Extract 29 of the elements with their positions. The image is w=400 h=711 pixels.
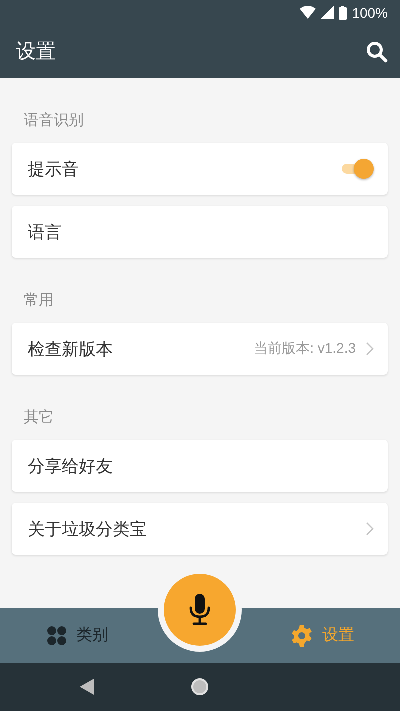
back-icon[interactable] <box>80 679 94 695</box>
settings-row[interactable]: 分享给好友 <box>12 440 388 492</box>
chevron-icon <box>366 522 374 536</box>
battery-percent: 100% <box>352 4 388 20</box>
page-title: 设置 <box>16 40 56 65</box>
signal-icon <box>321 6 334 19</box>
section-header: 常用 <box>23 291 55 311</box>
version-text: 当前版本: v1.2.3 <box>254 340 356 358</box>
row-label: 提示音 <box>28 158 80 180</box>
wifi-icon <box>300 6 316 19</box>
home-icon[interactable] <box>191 678 209 696</box>
chevron-icon <box>366 342 374 356</box>
toggle-switch[interactable] <box>340 157 374 181</box>
settings-row[interactable]: 提示音 <box>12 143 388 195</box>
settings-row[interactable]: 检查新版本 当前版本: v1.2.3 <box>12 323 388 375</box>
section-header: 其它 <box>23 408 55 428</box>
gear-icon <box>290 624 312 646</box>
microphone-icon <box>189 594 211 626</box>
battery-icon <box>339 6 348 20</box>
row-label: 检查新版本 <box>28 338 114 360</box>
row-label: 语言 <box>28 222 63 244</box>
clover-icon <box>46 626 66 646</box>
section-header: 语音识别 <box>23 111 85 131</box>
row-label: 关于垃圾分类宝 <box>28 518 148 540</box>
row-label: 分享给好友 <box>28 456 114 478</box>
settings-row[interactable]: 关于垃圾分类宝 <box>12 503 388 555</box>
microphone-button[interactable] <box>164 574 236 646</box>
settings-row[interactable]: 语言 <box>12 206 388 258</box>
search-icon[interactable] <box>366 40 388 62</box>
